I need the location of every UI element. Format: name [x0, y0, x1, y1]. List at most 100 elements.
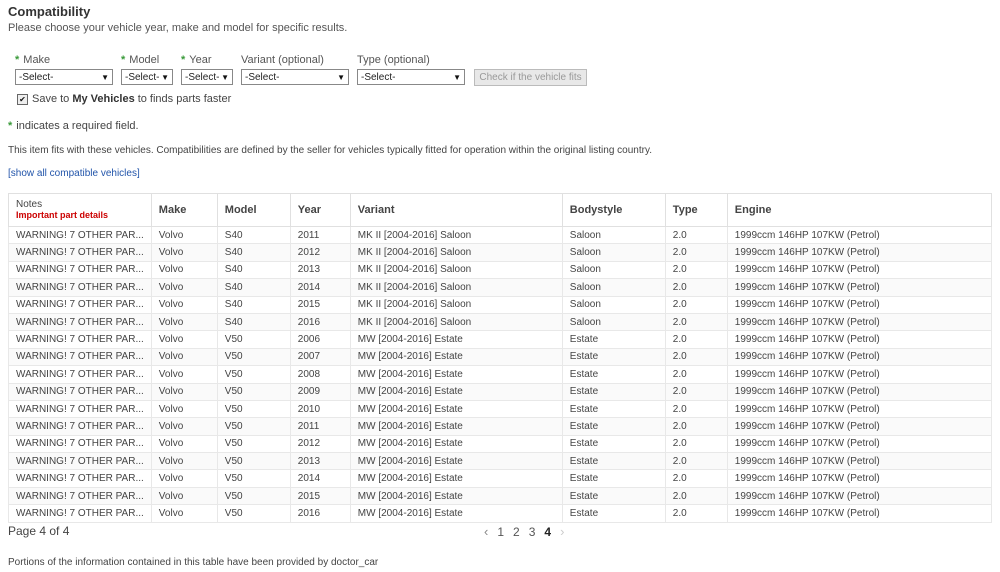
cell-notes[interactable]: WARNING! 7 OTHER PAR...	[8, 330, 152, 349]
cell-variant: MW [2004-2016] Estate	[349, 382, 563, 401]
cell-engine: 1999ccm 146HP 107KW (Petrol)	[726, 347, 993, 367]
cell-variant: MK II [2004-2016] Saloon	[349, 278, 563, 297]
chevron-down-icon: ▼	[221, 73, 229, 82]
cell-notes[interactable]: WARNING! 7 OTHER PAR...	[8, 312, 152, 332]
show-all-vehicles-link[interactable]: [show all compatible vehicles]	[8, 168, 140, 179]
cell-engine: 1999ccm 146HP 107KW (Petrol)	[726, 399, 993, 419]
cell-make: Volvo	[150, 295, 218, 314]
header-bodystyle[interactable]: Bodystyle	[561, 193, 666, 227]
cell-year: 2016	[289, 312, 351, 332]
header-engine[interactable]: Engine	[726, 193, 993, 227]
chevron-down-icon: ▼	[101, 73, 109, 82]
cell-make: Volvo	[150, 504, 218, 523]
cell-notes[interactable]: WARNING! 7 OTHER PAR...	[8, 243, 152, 262]
cell-type: 2.0	[664, 365, 728, 384]
cell-variant: MW [2004-2016] Estate	[349, 399, 563, 419]
cell-notes[interactable]: WARNING! 7 OTHER PAR...	[8, 225, 152, 245]
page-subtitle: Please choose your vehicle year, make an…	[8, 22, 348, 34]
cell-engine: 1999ccm 146HP 107KW (Petrol)	[726, 243, 993, 262]
model-select[interactable]: -Select- ▼	[121, 69, 173, 85]
chevron-left-icon[interactable]: ‹	[484, 524, 488, 539]
cell-notes[interactable]: WARNING! 7 OTHER PAR...	[8, 504, 152, 523]
cell-notes[interactable]: WARNING! 7 OTHER PAR...	[8, 278, 152, 297]
required-note: * indicates a required field.	[8, 120, 139, 132]
table-row: WARNING! 7 OTHER PAR... Volvo V50 2010 MW [2…	[8, 399, 993, 419]
cell-year: 2015	[289, 486, 351, 506]
table-row: WARNING! 7 OTHER PAR... Volvo V50 2016 MW [2…	[8, 504, 993, 523]
cell-model: V50	[216, 434, 291, 454]
chevron-down-icon: ▼	[161, 73, 169, 82]
cell-year: 2012	[289, 243, 351, 262]
cell-make: Volvo	[150, 469, 218, 488]
cell-make: Volvo	[150, 330, 218, 349]
cell-notes[interactable]: WARNING! 7 OTHER PAR...	[8, 295, 152, 314]
make-label: Make	[23, 54, 51, 66]
cell-model: V50	[216, 417, 291, 436]
table-row: WARNING! 7 OTHER PAR... Volvo S40 2012 MK II…	[8, 243, 993, 262]
cell-type: 2.0	[664, 417, 728, 436]
cell-make: Volvo	[150, 225, 218, 245]
save-prefix: Save to	[32, 93, 70, 105]
cell-notes[interactable]: WARNING! 7 OTHER PAR...	[8, 260, 152, 280]
make-select[interactable]: -Select- ▼	[15, 69, 113, 85]
header-model[interactable]: Model	[216, 193, 291, 227]
table-row: WARNING! 7 OTHER PAR... Volvo V50 2006 MW [2…	[8, 330, 993, 349]
cell-model: V50	[216, 452, 291, 471]
cell-notes[interactable]: WARNING! 7 OTHER PAR...	[8, 347, 152, 367]
cell-notes[interactable]: WARNING! 7 OTHER PAR...	[8, 399, 152, 419]
type-select[interactable]: -Select- ▼	[357, 69, 465, 85]
cell-notes[interactable]: WARNING! 7 OTHER PAR...	[8, 382, 152, 401]
model-field: * Model -Select- ▼	[121, 53, 173, 85]
type-label: Type (optional)	[357, 54, 430, 66]
cell-variant: MK II [2004-2016] Saloon	[349, 312, 563, 332]
cell-model: S40	[216, 278, 291, 297]
page-link-2[interactable]: 2	[513, 525, 520, 539]
cell-variant: MW [2004-2016] Estate	[349, 417, 563, 436]
cell-notes[interactable]: WARNING! 7 OTHER PAR...	[8, 469, 152, 488]
cell-make: Volvo	[150, 417, 218, 436]
cell-year: 2011	[289, 417, 351, 436]
cell-model: S40	[216, 295, 291, 314]
cell-notes[interactable]: WARNING! 7 OTHER PAR...	[8, 417, 152, 436]
table-row: WARNING! 7 OTHER PAR... Volvo V50 2008 MW [2…	[8, 365, 993, 384]
page-info: Page 4 of 4	[8, 524, 70, 538]
page-link-3[interactable]: 3	[529, 525, 536, 539]
table-row: WARNING! 7 OTHER PAR... Volvo V50 2014 MW [2…	[8, 469, 993, 488]
table-row: WARNING! 7 OTHER PAR... Volvo S40 2011 MK II…	[8, 225, 993, 245]
fits-description: This item fits with these vehicles. Comp…	[8, 145, 652, 156]
header-make[interactable]: Make	[150, 193, 218, 227]
cell-bodystyle: Estate	[561, 417, 666, 436]
table-row: WARNING! 7 OTHER PAR... Volvo V50 2009 MW [2…	[8, 382, 993, 401]
table-header-row: Notes Important part details Make Model …	[8, 193, 993, 227]
table-row: WARNING! 7 OTHER PAR... Volvo S40 2015 MK II…	[8, 295, 993, 314]
cell-bodystyle: Estate	[561, 434, 666, 454]
cell-engine: 1999ccm 146HP 107KW (Petrol)	[726, 469, 993, 488]
year-select[interactable]: -Select- ▼	[181, 69, 233, 85]
cell-notes[interactable]: WARNING! 7 OTHER PAR...	[8, 365, 152, 384]
save-vehicle-checkbox[interactable]: ✔	[17, 93, 28, 105]
save-vehicle-row: ✔ Save to My Vehicles to finds parts fas…	[17, 93, 231, 105]
cell-bodystyle: Saloon	[561, 260, 666, 280]
variant-select[interactable]: -Select- ▼	[241, 69, 349, 85]
cell-year: 2009	[289, 382, 351, 401]
cell-notes[interactable]: WARNING! 7 OTHER PAR...	[8, 452, 152, 471]
page-current-4: 4	[544, 524, 552, 539]
cell-engine: 1999ccm 146HP 107KW (Petrol)	[726, 504, 993, 523]
cell-engine: 1999ccm 146HP 107KW (Petrol)	[726, 382, 993, 401]
cell-model: V50	[216, 365, 291, 384]
page-link-1[interactable]: 1	[497, 525, 504, 539]
cell-bodystyle: Estate	[561, 382, 666, 401]
cell-notes[interactable]: WARNING! 7 OTHER PAR...	[8, 434, 152, 454]
cell-make: Volvo	[150, 382, 218, 401]
cell-notes[interactable]: WARNING! 7 OTHER PAR...	[8, 486, 152, 506]
cell-year: 2011	[289, 225, 351, 245]
cell-year: 2007	[289, 347, 351, 367]
cell-bodystyle: Estate	[561, 452, 666, 471]
cell-bodystyle: Estate	[561, 365, 666, 384]
required-star-icon: *	[15, 54, 20, 66]
header-variant[interactable]: Variant	[349, 193, 563, 227]
header-year[interactable]: Year	[289, 193, 351, 227]
header-type[interactable]: Type	[664, 193, 728, 227]
cell-make: Volvo	[150, 399, 218, 419]
check-fits-button[interactable]: Check if the vehicle fits	[474, 69, 587, 86]
